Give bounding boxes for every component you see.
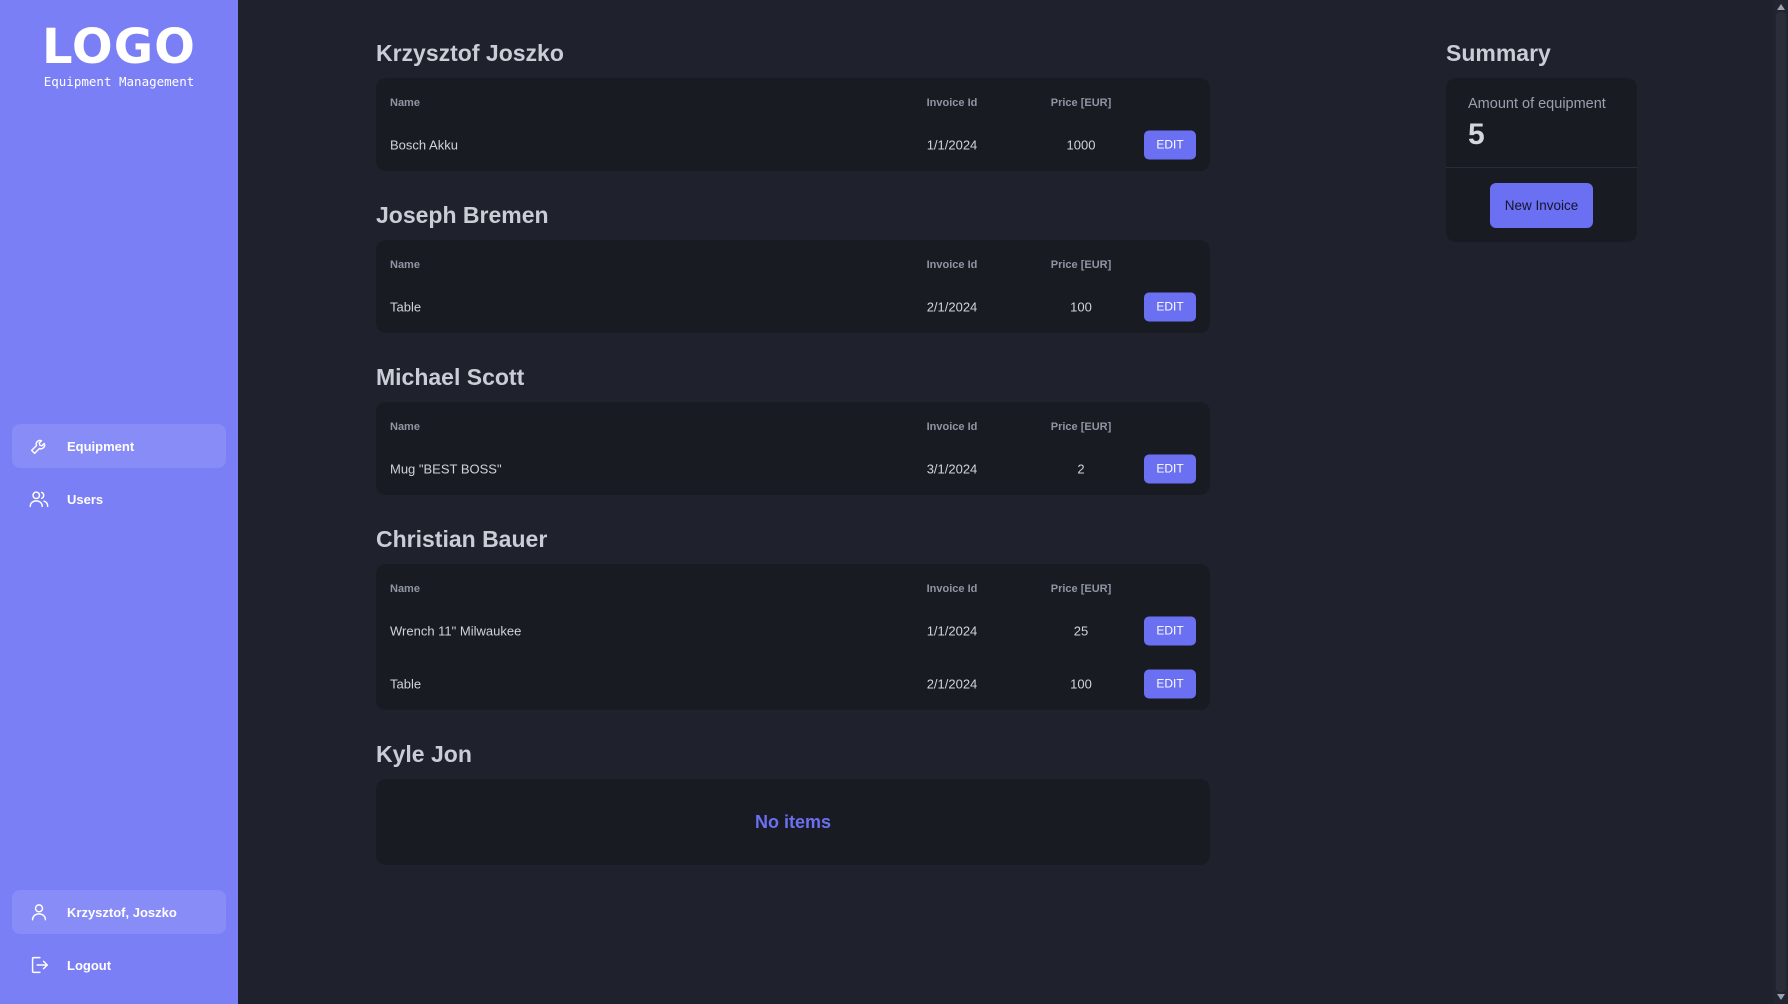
- column-header-price: Price [EUR]: [1050, 421, 1112, 433]
- table-row: Mug "BEST BOSS" 3/1/2024 2 EDIT: [376, 442, 1210, 495]
- table-header: Name Invoice Id Price [EUR]: [376, 402, 1210, 442]
- owner-heading: Joseph Bremen: [376, 202, 549, 228]
- equipment-table: Name Invoice Id Price [EUR] Wrench 11" M…: [376, 564, 1210, 710]
- logout-icon: [27, 953, 51, 977]
- user-icon: [27, 900, 51, 924]
- equipment-table: Name Invoice Id Price [EUR] Bosch Akku 1…: [376, 78, 1210, 171]
- item-invoice: 2/1/2024: [926, 676, 978, 691]
- logo-text: LOGO: [42, 19, 196, 75]
- scroll-thumb[interactable]: [1776, 12, 1786, 992]
- sidebar: LOGO Equipment Management Equipment User…: [0, 0, 238, 1004]
- sidebar-item-profile[interactable]: Krzysztof, Joszko: [12, 890, 226, 934]
- scroll-up-arrow-icon[interactable]: [1777, 4, 1785, 10]
- equipment-table: Name Invoice Id Price [EUR] Table 2/1/20…: [376, 240, 1210, 333]
- owner-heading: Kyle Jon: [376, 741, 472, 767]
- table-row: Table 2/1/2024 100 EDIT: [376, 657, 1210, 710]
- table-header: Name Invoice Id Price [EUR]: [376, 78, 1210, 118]
- logout-button[interactable]: Logout: [12, 943, 226, 987]
- table-row: Bosch Akku 1/1/2024 1000 EDIT: [376, 118, 1210, 171]
- sidebar-item-label: Users: [67, 491, 104, 507]
- item-name: Mug "BEST BOSS": [390, 461, 502, 476]
- column-header-invoice: Invoice Id: [926, 97, 978, 109]
- edit-button[interactable]: EDIT: [1144, 669, 1196, 698]
- column-header-name: Name: [390, 97, 420, 109]
- logout-label: Logout: [67, 957, 112, 973]
- summary-title: Summary: [1446, 40, 1551, 66]
- users-icon: [27, 487, 51, 511]
- table-row: Wrench 11" Milwaukee 1/1/2024 25 EDIT: [376, 604, 1210, 657]
- sidebar-item-label: Equipment: [67, 438, 135, 454]
- item-invoice: 3/1/2024: [926, 461, 978, 476]
- column-header-price: Price [EUR]: [1050, 583, 1112, 595]
- divider: [1446, 167, 1637, 168]
- edit-button[interactable]: EDIT: [1144, 616, 1196, 645]
- no-items-message: No items: [754, 811, 832, 832]
- equipment-count-value: 5: [1468, 118, 1485, 151]
- item-invoice: 1/1/2024: [926, 137, 978, 152]
- item-price: 2: [1077, 461, 1085, 476]
- vertical-scrollbar[interactable]: [1774, 0, 1788, 1004]
- equipment-table: Name Invoice Id Price [EUR] Mug "BEST BO…: [376, 402, 1210, 495]
- owner-heading: Christian Bauer: [376, 526, 548, 552]
- column-header-name: Name: [390, 421, 420, 433]
- logo-subtitle: Equipment Management: [43, 74, 195, 89]
- column-header-invoice: Invoice Id: [926, 421, 978, 433]
- column-header-name: Name: [390, 259, 420, 271]
- item-name: Wrench 11" Milwaukee: [390, 623, 522, 638]
- item-price: 1000: [1066, 137, 1096, 152]
- item-price: 100: [1070, 676, 1092, 691]
- logo: LOGO Equipment Management: [0, 18, 238, 89]
- summary-card: Amount of equipment 5 New Invoice: [1446, 78, 1637, 242]
- owner-heading: Krzysztof Joszko: [376, 40, 564, 66]
- item-name: Table: [390, 299, 422, 314]
- column-header-price: Price [EUR]: [1050, 259, 1112, 271]
- sidebar-item-users[interactable]: Users: [12, 477, 226, 521]
- item-name: Table: [390, 676, 422, 691]
- equipment-count-label: Amount of equipment: [1468, 96, 1606, 112]
- item-price: 100: [1070, 299, 1092, 314]
- item-invoice: 1/1/2024: [926, 623, 978, 638]
- item-price: 25: [1073, 623, 1089, 638]
- column-header-invoice: Invoice Id: [926, 259, 978, 271]
- wrench-icon: [27, 434, 51, 458]
- item-name: Bosch Akku: [390, 137, 458, 152]
- column-header-price: Price [EUR]: [1050, 97, 1112, 109]
- sidebar-item-equipment[interactable]: Equipment: [12, 424, 226, 468]
- item-invoice: 2/1/2024: [926, 299, 978, 314]
- table-header: Name Invoice Id Price [EUR]: [376, 240, 1210, 280]
- edit-button[interactable]: EDIT: [1144, 130, 1196, 159]
- column-header-invoice: Invoice Id: [926, 583, 978, 595]
- edit-button[interactable]: EDIT: [1144, 292, 1196, 321]
- table-header: Name Invoice Id Price [EUR]: [376, 564, 1210, 604]
- profile-name: Krzysztof, Joszko: [67, 904, 177, 920]
- owner-heading: Michael Scott: [376, 364, 525, 390]
- new-invoice-button[interactable]: New Invoice: [1490, 183, 1593, 228]
- table-row: Table 2/1/2024 100 EDIT: [376, 280, 1210, 333]
- edit-button[interactable]: EDIT: [1144, 454, 1196, 483]
- scroll-down-arrow-icon[interactable]: [1777, 994, 1785, 1000]
- empty-table: No items: [376, 779, 1210, 865]
- column-header-name: Name: [390, 583, 420, 595]
